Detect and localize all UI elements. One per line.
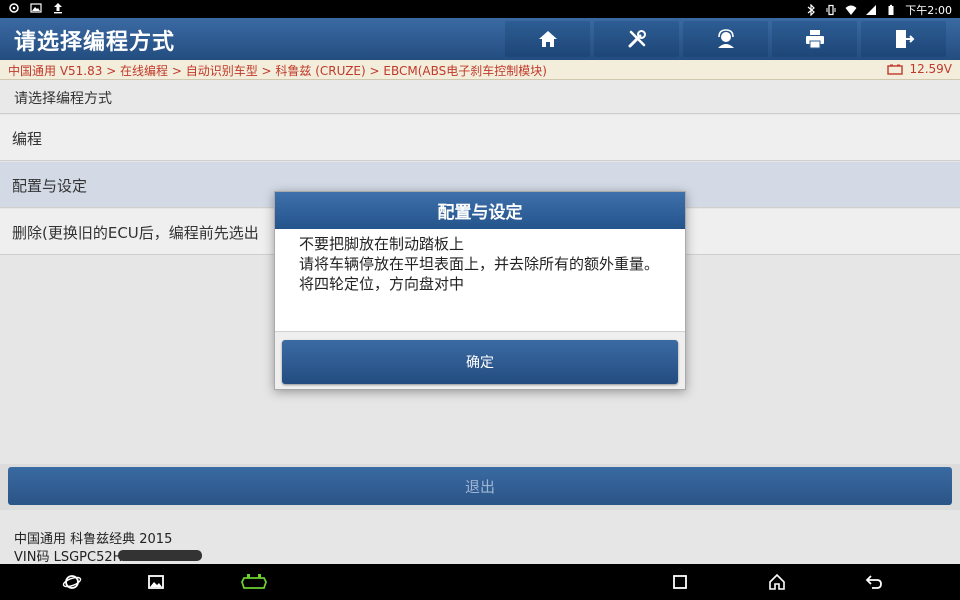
print-button[interactable] (772, 21, 857, 57)
dialog-title: 配置与设定 (275, 192, 685, 229)
settings-icon (8, 2, 20, 14)
support-button[interactable] (683, 21, 768, 57)
gallery-icon (148, 575, 164, 589)
vibrate-icon (825, 4, 837, 16)
vin-redaction (118, 550, 202, 561)
tools-button[interactable] (594, 21, 679, 57)
signal-icon (865, 4, 877, 16)
status-bar: 下午2:00 (0, 0, 960, 18)
dialog-line: 请将车辆停放在平坦表面上，并去除所有的额外重量。 (299, 255, 660, 273)
image-icon (30, 2, 42, 14)
exit-button[interactable]: 退出 (8, 467, 952, 505)
voltage-value: 12.59V (909, 62, 952, 76)
battery-voltage-icon (887, 64, 904, 75)
home-button[interactable] (505, 21, 590, 57)
ok-button[interactable]: 确定 (282, 340, 678, 384)
toolbar (505, 21, 946, 57)
exit-icon (895, 30, 914, 48)
browser-button[interactable] (62, 572, 82, 592)
home-nav-icon (769, 573, 785, 590)
list-item-label: 配置与设定 (12, 177, 88, 195)
dialog-line: 不要把脚放在制动踏板上 (299, 235, 465, 253)
page-title: 请选择编程方式 (14, 30, 176, 55)
upload-icon (52, 2, 64, 14)
home-icon (538, 31, 557, 47)
back-button[interactable] (864, 572, 884, 592)
recent-apps-button[interactable] (670, 572, 690, 592)
support-icon (717, 29, 734, 48)
home-nav-button[interactable] (767, 572, 787, 592)
list-item-programming[interactable]: 编程 (0, 115, 960, 161)
tools-icon (628, 30, 646, 48)
browser-icon (62, 575, 82, 589)
exit-bar: 退出 (0, 464, 960, 510)
list-header: 请选择编程方式 (0, 80, 960, 114)
breadcrumb: 中国通用 V51.83 > 在线编程 > 自动识别车型 > 科鲁兹 (CRUZE… (8, 64, 547, 78)
dialog-body: 不要把脚放在制动踏板上 请将车辆停放在平坦表面上，并去除所有的额外重量。 将四轮… (299, 234, 669, 294)
exit-app-button[interactable] (861, 21, 946, 57)
vci-icon (241, 574, 267, 589)
vehicle-vin: VIN码 LSGPC52H (14, 550, 123, 565)
print-icon (805, 30, 824, 49)
battery-icon (885, 4, 897, 16)
gallery-button[interactable] (146, 572, 166, 592)
vehicle-info: 中国通用 科鲁兹经典 2015 VIN码 LSGPC52H (0, 510, 960, 565)
list-item-label: 编程 (12, 130, 43, 148)
config-dialog: 配置与设定 不要把脚放在制动踏板上 请将车辆停放在平坦表面上，并去除所有的额外重… (274, 191, 686, 390)
list-header-label: 请选择编程方式 (14, 91, 112, 107)
recent-apps-icon (673, 575, 687, 589)
dialog-line: 将四轮定位，方向盘对中 (299, 275, 465, 293)
vehicle-model: 中国通用 科鲁兹经典 2015 (14, 532, 173, 547)
voltage-indicator: 12.59V (887, 62, 952, 76)
app-header: 请选择编程方式 (0, 18, 960, 60)
wifi-icon (845, 4, 857, 16)
status-time: 下午2:00 (905, 4, 952, 17)
vci-button[interactable] (240, 572, 268, 592)
breadcrumb-bar: 中国通用 V51.83 > 在线编程 > 自动识别车型 > 科鲁兹 (CRUZE… (0, 60, 960, 80)
system-nav-bar (0, 564, 960, 600)
dialog-footer: 确定 (275, 331, 685, 389)
list-item-label: 删除(更换旧的ECU后，编程前先选出 (12, 224, 259, 242)
bluetooth-icon (805, 3, 817, 17)
back-icon (865, 575, 882, 589)
